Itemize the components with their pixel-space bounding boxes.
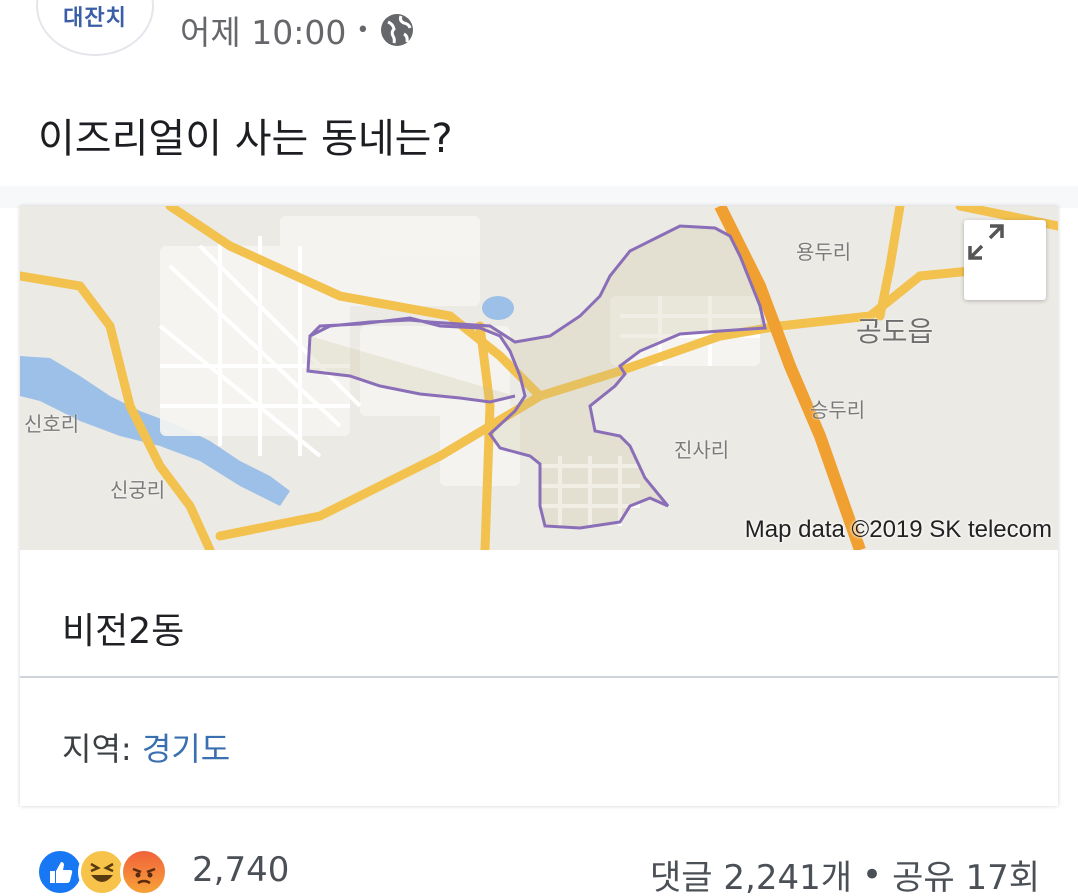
reaction-count[interactable]: 2,740 — [192, 850, 289, 890]
share-count[interactable]: 공유 17회 — [892, 850, 1040, 896]
map-label-seungduri: 승두리 — [810, 398, 866, 422]
region-link[interactable]: 경기도 — [142, 730, 230, 768]
meta-separator: • — [356, 17, 370, 43]
post-footer: 2,740 댓글 2,241개 • 공유 17회 — [0, 840, 1078, 896]
reaction-icons[interactable] — [36, 848, 168, 896]
map-graphic — [20, 206, 1058, 550]
comment-count[interactable]: 댓글 2,241개 — [650, 850, 852, 896]
map-label-yongduri: 용두리 — [796, 240, 852, 264]
post-stats: 댓글 2,241개 • 공유 17회 — [650, 850, 1040, 896]
globe-icon — [379, 12, 415, 48]
stats-separator: • — [862, 854, 883, 895]
avatar[interactable]: 대잔치 — [36, 0, 154, 56]
map-credit: Map data ©2019 SK telecom — [744, 516, 1052, 543]
timestamp[interactable]: 어제 10:00 — [180, 6, 346, 54]
expand-button[interactable] — [964, 220, 1046, 300]
haha-icon — [78, 848, 126, 896]
region-label: 지역: — [62, 730, 142, 768]
map-label-gongdoeup: 공도읍 — [856, 315, 934, 348]
avatar-text: 대잔치 — [63, 6, 127, 31]
post-header: 대잔치 어제 10:00 • — [0, 0, 1078, 80]
map-label-jinsari: 진사리 — [674, 438, 730, 462]
media-top-band — [0, 186, 1078, 208]
pond — [482, 296, 514, 320]
map-label-singungri: 신궁리 — [110, 478, 166, 502]
map-card[interactable]: 용두리 공도읍 승두리 진사리 신호리 신궁리 Map data ©2019 S… — [20, 206, 1058, 806]
post-meta: 어제 10:00 • — [180, 6, 415, 54]
map-view[interactable]: 용두리 공도읍 승두리 진사리 신호리 신궁리 Map data ©2019 S… — [20, 206, 1058, 550]
card-divider — [20, 676, 1058, 678]
region-row: 지역: 경기도 — [62, 724, 230, 770]
place-name[interactable]: 비전2동 — [62, 602, 184, 654]
angry-icon — [120, 848, 168, 896]
map-label-sinhori: 신호리 — [24, 412, 80, 436]
like-icon — [36, 848, 84, 896]
post-text: 이즈리얼이 사는 동네는? — [38, 116, 453, 162]
